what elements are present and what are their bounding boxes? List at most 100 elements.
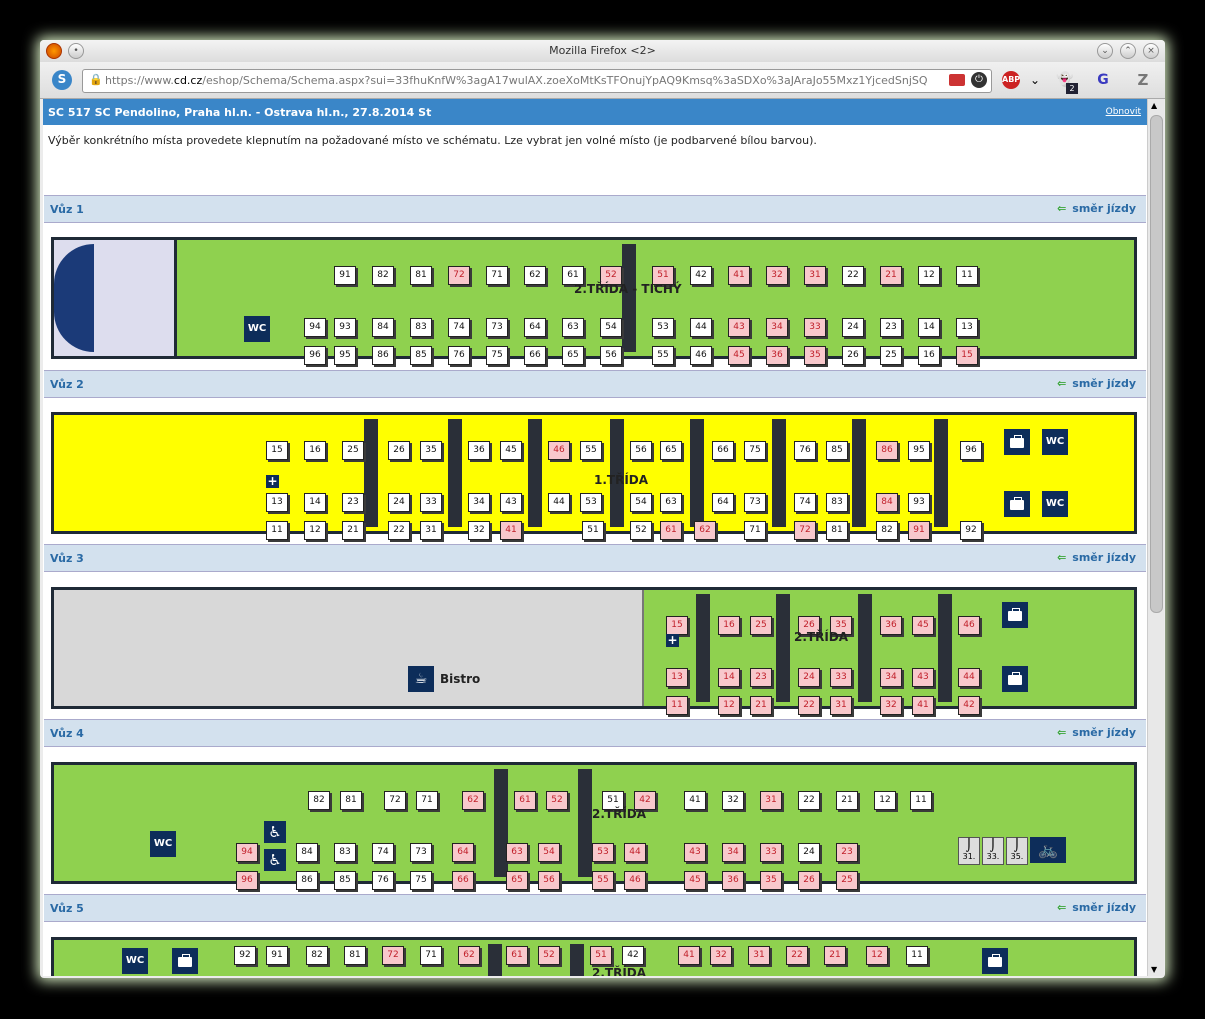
seat[interactable]: 44 [548,493,570,512]
url-bar[interactable]: 🔒 https://www.cd.cz/eshop/Schema/Schema.… [82,69,992,93]
seat[interactable]: 12 [304,521,326,540]
seat[interactable]: 15 [266,441,288,460]
seat[interactable]: 16 [918,346,940,365]
seat[interactable]: 52 [630,521,652,540]
seat[interactable]: 73 [744,493,766,512]
seat[interactable]: 71 [486,266,508,285]
seat[interactable]: 91 [266,946,288,965]
seat[interactable]: 76 [794,441,816,460]
refresh-link[interactable]: Obnovit [1106,107,1141,117]
scrollbar-thumb[interactable] [1150,115,1163,613]
seat[interactable]: 46 [690,346,712,365]
adblock-icon[interactable]: ABP [1002,71,1020,89]
seat[interactable]: 75 [486,346,508,365]
seat[interactable]: 22 [388,521,410,540]
seat[interactable]: 56 [630,441,652,460]
seat[interactable]: 74 [794,493,816,512]
power-icon[interactable]: ⏻ [971,72,987,88]
seat[interactable]: 71 [744,521,766,540]
seat[interactable]: 35 [420,441,442,460]
seat[interactable]: 32 [468,521,490,540]
seat[interactable]: 65 [660,441,682,460]
seat[interactable]: 65 [562,346,584,365]
seat[interactable]: 24 [798,843,820,862]
seat[interactable]: 71 [420,946,442,965]
seat[interactable]: 64 [524,318,546,337]
seat[interactable]: 56 [600,346,622,365]
seat[interactable]: 81 [340,791,362,810]
seat[interactable]: 86 [372,346,394,365]
seat[interactable]: 36 [468,441,490,460]
seat[interactable]: 26 [842,346,864,365]
seat[interactable]: 54 [600,318,622,337]
seat[interactable]: 73 [410,843,432,862]
seat[interactable]: 22 [842,266,864,285]
seat[interactable]: 34 [468,493,490,512]
seat[interactable]: 23 [880,318,902,337]
seat[interactable]: 13 [266,493,288,512]
seat[interactable]: 13 [956,318,978,337]
key-icon[interactable] [949,74,965,86]
seat[interactable]: 44 [690,318,712,337]
seat[interactable]: 86 [296,871,318,890]
seat[interactable]: 24 [842,318,864,337]
scroll-down-icon[interactable]: ▼ [1151,965,1157,974]
seat[interactable]: 12 [874,791,896,810]
seat[interactable]: 23 [342,493,364,512]
seat[interactable]: 42 [622,946,644,965]
seat[interactable]: 94 [304,318,326,337]
seat[interactable]: 22 [798,791,820,810]
maximize-button[interactable]: ⌃ [1120,43,1136,59]
seat[interactable]: 14 [304,493,326,512]
seat[interactable]: 53 [580,493,602,512]
seat[interactable]: 91 [334,266,356,285]
seat[interactable]: 62 [524,266,546,285]
seat[interactable]: 75 [410,871,432,890]
seat[interactable]: 21 [342,521,364,540]
seat[interactable]: 21 [836,791,858,810]
seat[interactable]: 92 [960,521,982,540]
seat[interactable]: 54 [630,493,652,512]
seat[interactable]: 82 [372,266,394,285]
seat[interactable]: 93 [908,493,930,512]
seat[interactable]: 84 [372,318,394,337]
scroll-up-icon[interactable]: ▲ [1151,101,1157,110]
seat[interactable]: 82 [876,521,898,540]
seat[interactable]: 12 [918,266,940,285]
seat[interactable]: 85 [826,441,848,460]
seat[interactable]: 74 [372,843,394,862]
seat[interactable]: 83 [334,843,356,862]
seat[interactable]: 75 [744,441,766,460]
seat[interactable]: 25 [880,346,902,365]
seat[interactable]: 32 [722,791,744,810]
seat[interactable]: 63 [562,318,584,337]
seat[interactable]: 42 [690,266,712,285]
translate-icon[interactable]: G [1094,71,1112,89]
seat[interactable]: 92 [234,946,256,965]
seat[interactable]: 96 [304,346,326,365]
back-s-icon[interactable]: S [52,70,72,90]
seat[interactable]: 82 [308,791,330,810]
seat[interactable]: 96 [960,441,982,460]
seat[interactable]: 74 [448,318,470,337]
seat[interactable]: 25 [342,441,364,460]
seat[interactable]: 11 [956,266,978,285]
zotero-icon[interactable]: Z [1134,71,1152,89]
seat[interactable]: 81 [410,266,432,285]
seat[interactable]: 66 [524,346,546,365]
seat[interactable]: 33 [420,493,442,512]
seat[interactable]: 95 [334,346,356,365]
seat[interactable]: 93 [334,318,356,337]
seat[interactable]: 83 [826,493,848,512]
seat[interactable]: 81 [826,521,848,540]
seat[interactable]: 81 [344,946,366,965]
seat[interactable]: 24 [388,493,410,512]
seat[interactable]: 31 [420,521,442,540]
seat[interactable]: 71 [416,791,438,810]
seat[interactable]: 73 [486,318,508,337]
seat[interactable]: 83 [410,318,432,337]
seat[interactable]: 82 [306,946,328,965]
seat[interactable]: 76 [372,871,394,890]
seat[interactable]: 53 [652,318,674,337]
chevron-down-icon[interactable]: ⌄ [1026,71,1044,89]
